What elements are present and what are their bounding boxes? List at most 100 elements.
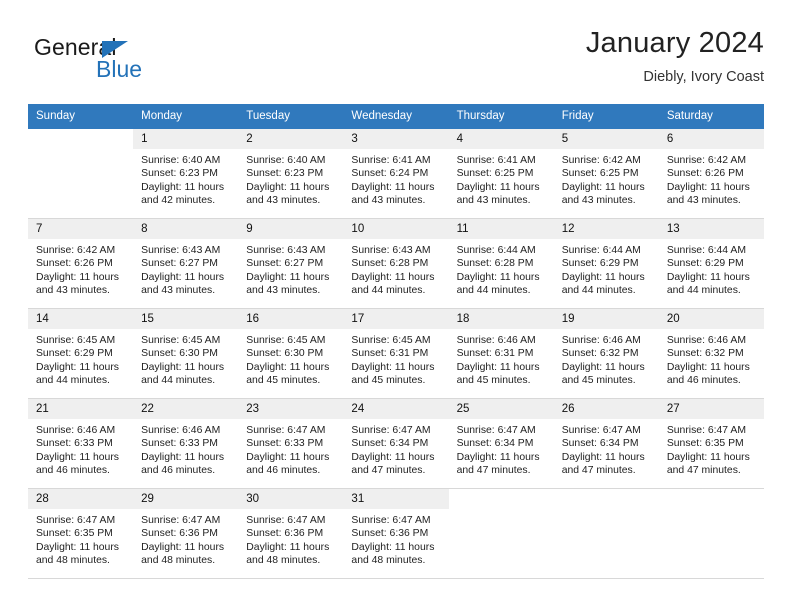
calendar-day-cell[interactable]: 14 Sunrise: 6:45 AM Sunset: 6:29 PM Dayligh… bbox=[28, 308, 134, 399]
sunrise-text: Sunrise: 6:47 AM bbox=[561, 425, 641, 436]
calendar-day-cell[interactable]: 17 Sunrise: 6:45 AM Sunset: 6:31 PM Dayligh… bbox=[343, 308, 449, 399]
daylight-text: Daylight: 11 hours and 45 minutes. bbox=[561, 361, 645, 387]
day-details: Sunrise: 6:45 AM Sunset: 6:30 PM Daylight:… bbox=[133, 329, 238, 388]
calendar-day-cell[interactable]: 1 Sunrise: 6:40 AM Sunset: 6:23 PM Daylight… bbox=[133, 128, 239, 219]
day-number: 31 bbox=[343, 489, 449, 509]
day-details: Sunrise: 6:47 AM Sunset: 6:35 PM Daylight:… bbox=[659, 419, 764, 478]
calendar-day-cell[interactable]: 22 Sunrise: 6:46 AM Sunset: 6:33 PM Dayligh… bbox=[133, 398, 239, 489]
daylight-text: Daylight: 11 hours and 48 minutes. bbox=[246, 541, 330, 567]
calendar-day-cell[interactable]: 29 Sunrise: 6:47 AM Sunset: 6:36 PM Dayligh… bbox=[133, 488, 239, 579]
day-details: Sunrise: 6:43 AM Sunset: 6:27 PM Daylight:… bbox=[238, 239, 343, 298]
calendar-day-cell[interactable]: 28 Sunrise: 6:47 AM Sunset: 6:35 PM Dayligh… bbox=[28, 488, 134, 579]
calendar-day-cell[interactable]: 30 Sunrise: 6:47 AM Sunset: 6:36 PM Dayligh… bbox=[238, 488, 344, 579]
calendar-table: Sunday Monday Tuesday Wednesday Thursday Frid… bbox=[28, 104, 764, 579]
calendar-day-cell[interactable]: 9 Sunrise: 6:43 AM Sunset: 6:27 PM Daylight… bbox=[238, 218, 344, 309]
calendar-day-cell[interactable]: 24 Sunrise: 6:47 AM Sunset: 6:34 PM Dayligh… bbox=[343, 398, 449, 489]
day-number: 5 bbox=[553, 129, 659, 149]
calendar-day-cell[interactable]: 8 Sunrise: 6:43 AM Sunset: 6:27 PM Daylight… bbox=[133, 218, 239, 309]
daylight-text: Daylight: 11 hours and 44 minutes. bbox=[456, 271, 540, 297]
calendar-day-cell-empty bbox=[28, 128, 134, 219]
sunrise-text: Sunrise: 6:43 AM bbox=[141, 245, 221, 256]
sunrise-text: Sunrise: 6:46 AM bbox=[141, 425, 221, 436]
calendar-day-cell[interactable]: 18 Sunrise: 6:46 AM Sunset: 6:31 PM Dayligh… bbox=[448, 308, 554, 399]
logo-text-blue: Blue bbox=[96, 56, 143, 82]
calendar-day-cell[interactable]: 4 Sunrise: 6:41 AM Sunset: 6:25 PM Daylight… bbox=[448, 128, 554, 219]
sunset-text: Sunset: 6:33 PM bbox=[141, 438, 218, 450]
calendar-body: 1 Sunrise: 6:40 AM Sunset: 6:23 PM Daylight… bbox=[28, 128, 764, 579]
day-number: 14 bbox=[28, 309, 134, 329]
day-number: 8 bbox=[133, 219, 239, 239]
calendar-day-cell[interactable]: 19 Sunrise: 6:46 AM Sunset: 6:32 PM Dayligh… bbox=[553, 308, 659, 399]
calendar-day-cell[interactable]: 11 Sunrise: 6:44 AM Sunset: 6:28 PM Dayligh… bbox=[448, 218, 554, 309]
day-details: Sunrise: 6:41 AM Sunset: 6:25 PM Daylight:… bbox=[449, 149, 554, 208]
daylight-text: Daylight: 11 hours and 44 minutes. bbox=[36, 361, 119, 387]
calendar-day-cell[interactable]: 21 Sunrise: 6:46 AM Sunset: 6:33 PM Dayligh… bbox=[28, 398, 134, 489]
calendar-day-cell[interactable]: 2 Sunrise: 6:40 AM Sunset: 6:23 PM Daylight… bbox=[238, 128, 344, 219]
daylight-text: Daylight: 11 hours and 47 minutes. bbox=[351, 451, 435, 477]
day-details: Sunrise: 6:43 AM Sunset: 6:27 PM Daylight:… bbox=[133, 239, 238, 298]
daylight-text: Daylight: 11 hours and 43 minutes. bbox=[561, 181, 645, 207]
calendar-page: General Blue January 2024 Diebly, Ivory … bbox=[0, 0, 792, 612]
calendar-day-cell[interactable]: 31 Sunrise: 6:47 AM Sunset: 6:36 PM Dayligh… bbox=[343, 488, 449, 579]
day-number: 30 bbox=[238, 489, 344, 509]
day-details: Sunrise: 6:44 AM Sunset: 6:29 PM Daylight:… bbox=[554, 239, 659, 298]
day-number: 29 bbox=[133, 489, 239, 509]
day-number: 18 bbox=[448, 309, 554, 329]
daylight-text: Daylight: 11 hours and 46 minutes. bbox=[246, 451, 330, 477]
calendar-day-cell-empty bbox=[553, 488, 659, 579]
calendar-day-cell[interactable]: 10 Sunrise: 6:43 AM Sunset: 6:28 PM Dayligh… bbox=[343, 218, 449, 309]
calendar-day-cell[interactable]: 26 Sunrise: 6:47 AM Sunset: 6:34 PM Dayligh… bbox=[553, 398, 659, 489]
day-number: 26 bbox=[553, 399, 659, 419]
calendar-day-cell[interactable]: 20 Sunrise: 6:46 AM Sunset: 6:32 PM Dayligh… bbox=[658, 308, 764, 399]
calendar-week-row: 14 Sunrise: 6:45 AM Sunset: 6:29 PM Dayligh… bbox=[28, 308, 764, 399]
title-block: January 2024 Diebly, Ivory Coast bbox=[586, 26, 764, 87]
daylight-text: Daylight: 11 hours and 48 minutes. bbox=[141, 541, 225, 567]
calendar-day-cell[interactable]: 3 Sunrise: 6:41 AM Sunset: 6:24 PM Daylight… bbox=[343, 128, 449, 219]
daylight-text: Daylight: 11 hours and 43 minutes. bbox=[36, 271, 119, 297]
sunset-text: Sunset: 6:36 PM bbox=[246, 528, 324, 540]
calendar-day-cell[interactable]: 16 Sunrise: 6:45 AM Sunset: 6:30 PM Dayligh… bbox=[238, 308, 344, 399]
daylight-text: Daylight: 11 hours and 48 minutes. bbox=[351, 541, 435, 567]
calendar-day-cell[interactable]: 7 Sunrise: 6:42 AM Sunset: 6:26 PM Daylight… bbox=[28, 218, 134, 309]
day-number: 28 bbox=[28, 489, 134, 509]
sunset-text: Sunset: 6:31 PM bbox=[456, 348, 534, 360]
calendar-day-cell[interactable]: 15 Sunrise: 6:45 AM Sunset: 6:30 PM Dayligh… bbox=[133, 308, 239, 399]
calendar-day-cell[interactable]: 12 Sunrise: 6:44 AM Sunset: 6:29 PM Dayligh… bbox=[553, 218, 659, 309]
daylight-text: Daylight: 11 hours and 46 minutes. bbox=[141, 451, 225, 477]
day-number: 23 bbox=[238, 399, 344, 419]
weekday-header-thursday: Thursday bbox=[448, 104, 554, 129]
calendar-day-cell[interactable]: 23 Sunrise: 6:47 AM Sunset: 6:33 PM Dayligh… bbox=[238, 398, 344, 489]
day-number: 9 bbox=[238, 219, 344, 239]
calendar-day-cell[interactable]: 27 Sunrise: 6:47 AM Sunset: 6:35 PM Dayligh… bbox=[658, 398, 764, 489]
daylight-text: Daylight: 11 hours and 42 minutes. bbox=[141, 181, 225, 207]
weekday-header-saturday: Saturday bbox=[658, 104, 764, 129]
day-number: 24 bbox=[343, 399, 449, 419]
day-number: 4 bbox=[448, 129, 554, 149]
sunrise-text: Sunrise: 6:45 AM bbox=[141, 335, 221, 346]
day-number: 10 bbox=[343, 219, 449, 239]
weekday-header: Sunday Monday Tuesday Wednesday Thursday Frid… bbox=[28, 104, 764, 129]
sunrise-text: Sunrise: 6:47 AM bbox=[36, 515, 116, 526]
day-details: Sunrise: 6:46 AM Sunset: 6:32 PM Daylight:… bbox=[554, 329, 659, 388]
sunrise-text: Sunrise: 6:46 AM bbox=[36, 425, 116, 436]
day-details: Sunrise: 6:47 AM Sunset: 6:33 PM Daylight:… bbox=[238, 419, 343, 478]
sunrise-text: Sunrise: 6:47 AM bbox=[246, 515, 326, 526]
day-number: 19 bbox=[553, 309, 659, 329]
day-details: Sunrise: 6:47 AM Sunset: 6:36 PM Daylight:… bbox=[343, 509, 448, 568]
calendar-day-cell[interactable]: 5 Sunrise: 6:42 AM Sunset: 6:25 PM Daylight… bbox=[553, 128, 659, 219]
calendar-day-cell[interactable]: 6 Sunrise: 6:42 AM Sunset: 6:26 PM Daylight… bbox=[658, 128, 764, 219]
daylight-text: Daylight: 11 hours and 46 minutes. bbox=[36, 451, 119, 477]
calendar-day-cell[interactable]: 25 Sunrise: 6:47 AM Sunset: 6:34 PM Dayligh… bbox=[448, 398, 554, 489]
sunset-text: Sunset: 6:29 PM bbox=[561, 258, 639, 270]
general-blue-logo[interactable]: General Blue bbox=[34, 34, 234, 90]
day-number: 21 bbox=[28, 399, 134, 419]
calendar-day-cell[interactable]: 13 Sunrise: 6:44 AM Sunset: 6:29 PM Dayligh… bbox=[658, 218, 764, 309]
daylight-text: Daylight: 11 hours and 47 minutes. bbox=[666, 451, 750, 477]
sunrise-text: Sunrise: 6:40 AM bbox=[141, 155, 221, 166]
sunset-text: Sunset: 6:27 PM bbox=[141, 258, 218, 270]
sunrise-text: Sunrise: 6:46 AM bbox=[456, 335, 536, 346]
day-number: 20 bbox=[658, 309, 764, 329]
weekday-header-wednesday: Wednesday bbox=[343, 104, 449, 129]
sunset-text: Sunset: 6:33 PM bbox=[246, 438, 324, 450]
sunset-text: Sunset: 6:27 PM bbox=[246, 258, 324, 270]
